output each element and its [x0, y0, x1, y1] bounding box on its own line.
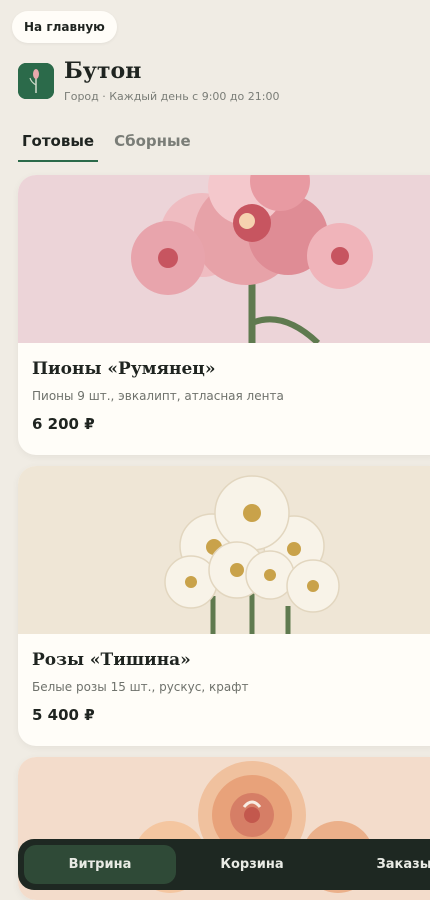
product-card[interactable]: Пионы «Румянец» Пионы 9 шт., эвкалипт, а… [18, 175, 430, 455]
tab-custom[interactable]: Сборные [110, 128, 195, 162]
peony-bouquet-image [18, 175, 430, 343]
shop-subtitle: Город · Каждый день с 9:00 до 21:00 [64, 90, 280, 103]
shop-title: Бутон [64, 58, 142, 84]
product-description: Пионы 9 шт., эвкалипт, атласная лента [32, 389, 284, 403]
nav-showcase[interactable]: Витрина [24, 845, 176, 884]
tab-ready[interactable]: Готовые [18, 128, 99, 162]
catalog-tabs: Готовые Сборные [18, 128, 195, 162]
shop-logo [18, 63, 54, 99]
product-price: 6 200 ₽ [32, 415, 95, 433]
white-roses-bouquet-image [18, 466, 430, 634]
flower-logo-icon [18, 63, 54, 99]
nav-cart[interactable]: Корзина [176, 845, 328, 884]
nav-orders[interactable]: Заказы [328, 845, 430, 884]
home-button[interactable]: На главную [12, 11, 117, 43]
product-name: Розы «Тишина» [32, 650, 191, 670]
product-card[interactable]: Розы «Тишина» Белые розы 15 шт., рускус,… [18, 466, 430, 746]
product-description: Белые розы 15 шт., рускус, крафт [32, 680, 249, 694]
product-name: Пионы «Румянец» [32, 359, 216, 379]
bottom-navigation: Витрина Корзина Заказы [18, 839, 430, 890]
product-price: 5 400 ₽ [32, 706, 95, 724]
